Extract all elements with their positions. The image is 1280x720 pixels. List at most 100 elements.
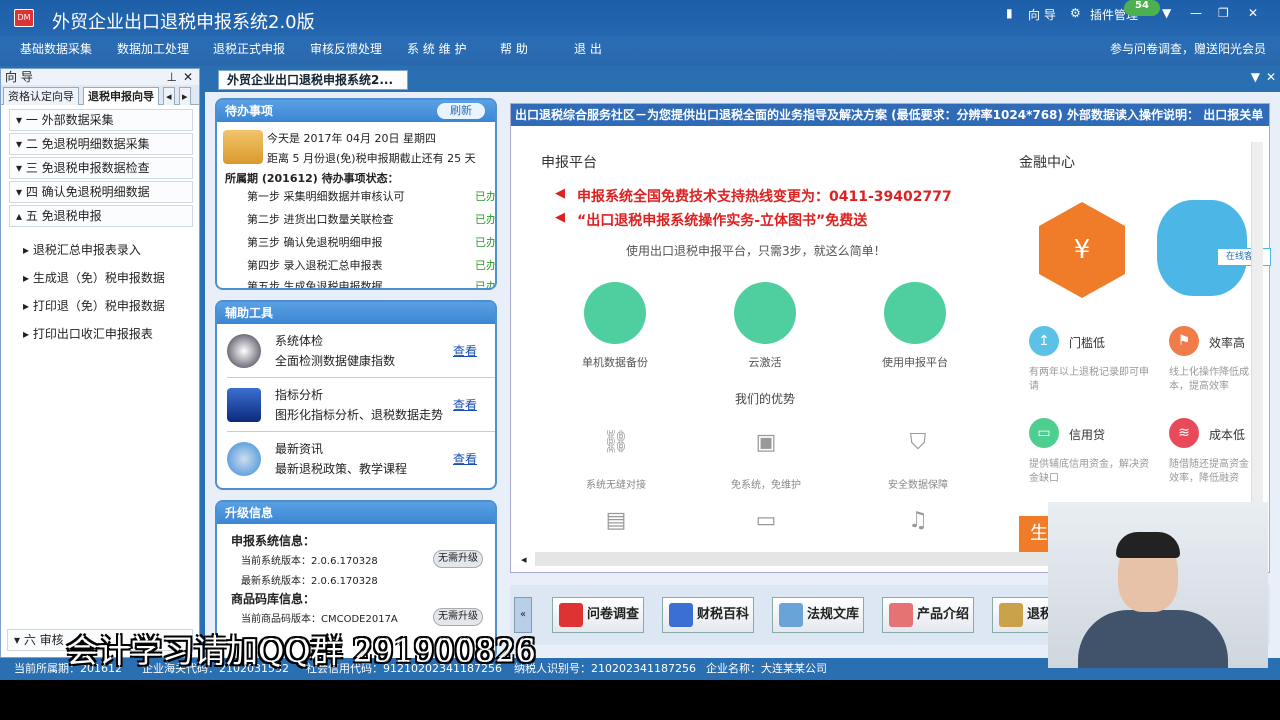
- vertical-scrollbar[interactable]: [1251, 142, 1263, 522]
- sub-item-print-report[interactable]: ▸ 打印出口收汇申报报表: [23, 325, 153, 342]
- guide-panel-title: 向 导: [5, 70, 33, 84]
- guide-button[interactable]: 向 导: [1028, 6, 1056, 23]
- step-3[interactable]: ▾ 三 免退税申报数据检查: [9, 157, 193, 179]
- minimize-icon[interactable]: —: [1190, 6, 1202, 20]
- step-2[interactable]: ▾ 二 免退税明细数据采集: [9, 133, 193, 155]
- step-label: 三 免退税申报数据检查: [25, 161, 150, 175]
- cloud-activate-icon[interactable]: [734, 282, 796, 344]
- chart-icon: [227, 388, 261, 422]
- step-5[interactable]: ▴ 五 免退税申报: [9, 205, 193, 227]
- collapse-icon: ▾: [16, 137, 26, 151]
- notification-badge[interactable]: 54: [1124, 0, 1160, 16]
- platform-icon[interactable]: [884, 282, 946, 344]
- scroll-left-icon[interactable]: ◂: [521, 553, 527, 566]
- step-label: 一 外部数据采集: [25, 113, 114, 127]
- tool-desc: 全面检测数据健康指数: [275, 354, 396, 368]
- cloud-activate-label[interactable]: 云激活: [705, 354, 825, 370]
- dropdown-icon[interactable]: ▼: [1251, 70, 1260, 84]
- tab-prev-icon[interactable]: ◂: [163, 87, 175, 105]
- menu-basic-data[interactable]: 基础数据采集: [20, 40, 92, 57]
- tax-wiki-button[interactable]: 财税百科: [662, 597, 754, 633]
- guide-panel: 向 导 ⊥ ✕ 资格认定向导 退税申报向导 ◂ ▸ ▾ 一 外部数据采集 ▾ 二…: [0, 68, 200, 658]
- slogan: 使用出口退税申报平台，只需3步，就这么简单！: [626, 244, 886, 258]
- guide-icon[interactable]: ▮: [1006, 6, 1013, 20]
- tab-next-icon[interactable]: ▸: [179, 87, 191, 105]
- product-intro-button[interactable]: 产品介绍: [882, 597, 974, 633]
- gear-icon[interactable]: ⚙: [1070, 6, 1081, 20]
- presenter-hair: [1116, 532, 1180, 558]
- globe-icon: [227, 442, 261, 476]
- tools-panel: 辅助工具 系统体检 全面检测数据健康指数 查看 指标分析 图形化指标分析、退税数…: [215, 300, 497, 490]
- status-badge: 已办: [475, 190, 497, 203]
- hotline-text[interactable]: 申报系统全国免费技术支持热线变更为：0411-39402777: [577, 186, 952, 206]
- finance-title: 金融中心: [1019, 155, 1075, 171]
- goods-label: 商品码库信息：: [231, 592, 316, 606]
- guide-tabs: 资格认定向导 退税申报向导 ◂ ▸: [1, 85, 199, 105]
- step-label: 四 确认免退税明细数据: [25, 185, 150, 199]
- platform-title: 申报平台: [541, 155, 597, 171]
- menu-exit[interactable]: 退 出: [574, 40, 602, 57]
- button-label: 法规文库: [807, 607, 860, 622]
- close-icon[interactable]: ✕: [1266, 70, 1276, 84]
- speaker-icon: ◀: [555, 210, 565, 225]
- platform-label[interactable]: 使用申报平台: [855, 354, 975, 370]
- tool-item-health-check: 系统体检 全面检测数据健康指数 查看: [227, 328, 495, 378]
- book-promo-text[interactable]: “出口退税申报系统操作实务-立体图书”免费送: [577, 210, 867, 230]
- goods-upgrade-button[interactable]: 无需升级: [433, 608, 483, 626]
- finance-item-title: 信用贷: [1069, 428, 1106, 442]
- dropdown-icon[interactable]: ▼: [1162, 6, 1171, 20]
- backup-label[interactable]: 单机数据备份: [555, 354, 675, 370]
- menu-audit-feedback[interactable]: 审核反馈处理: [310, 40, 382, 57]
- todo-row: 第二步 进货出口数量关联检查 已办: [247, 211, 495, 227]
- collapse-icon: ▾: [16, 161, 26, 175]
- sub-label: 打印出口收汇申报报表: [32, 327, 153, 341]
- sub-item-print-data[interactable]: ▸ 打印退（免）税申报数据: [23, 297, 165, 314]
- webcam-overlay: [1048, 502, 1268, 668]
- button-label: 问卷调查: [587, 607, 640, 622]
- view-link[interactable]: 查看: [453, 396, 477, 413]
- threshold-icon: ↥: [1029, 326, 1059, 356]
- step-4[interactable]: ▾ 四 确认免退税明细数据: [9, 181, 193, 203]
- arrow-icon: ▸: [23, 243, 33, 257]
- todo-text: 第三步 确认免退税明细申报: [247, 236, 383, 249]
- view-link[interactable]: 查看: [453, 342, 477, 359]
- calendar-clock-icon: [223, 130, 263, 164]
- finance-item-title: 门槛低: [1069, 336, 1106, 350]
- cost-icon: ≋: [1169, 418, 1199, 448]
- sub-item-generate-data[interactable]: ▸ 生成退（免）税申报数据: [23, 269, 165, 286]
- refresh-button[interactable]: 刷新: [437, 103, 485, 119]
- button-label: 产品介绍: [917, 607, 970, 622]
- sub-label: 打印退（免）税申报数据: [32, 299, 165, 313]
- pin-icon[interactable]: ⊥: [167, 69, 177, 85]
- arrow-icon: ▸: [23, 271, 33, 285]
- adv-label: 系统无缝对接: [586, 480, 646, 491]
- tab-declaration-guide[interactable]: 退税申报向导: [83, 87, 159, 105]
- app-title: 外贸企业出口退税申报系统2.0版: [52, 12, 315, 33]
- menu-system-maintenance[interactable]: 系 统 维 护: [407, 40, 466, 57]
- maximize-icon[interactable]: ❐: [1218, 6, 1229, 20]
- close-icon[interactable]: ✕: [183, 69, 193, 85]
- advantages-title: 我们的优势: [735, 392, 796, 406]
- law-library-button[interactable]: 法规文库: [772, 597, 864, 633]
- app-logo-icon: DM: [14, 9, 34, 27]
- upgrade-button[interactable]: 无需升级: [433, 550, 483, 568]
- close-icon[interactable]: ✕: [1248, 6, 1258, 20]
- document-tab[interactable]: 外贸企业出口退税申报系统2...: [218, 70, 408, 90]
- today-text: 今天是 2017年 04月 20日 星期四: [267, 132, 436, 145]
- view-link[interactable]: 查看: [453, 450, 477, 467]
- code-icon: ▣: [755, 430, 777, 455]
- survey-button[interactable]: 问卷调查: [552, 597, 644, 633]
- survey-link[interactable]: 参与问卷调查，赠送阳光会员: [1110, 40, 1266, 57]
- speaker-icon: ◀: [555, 186, 565, 201]
- sub-item-summary-entry[interactable]: ▸ 退税汇总申报表录入: [23, 241, 141, 258]
- step-1[interactable]: ▾ 一 外部数据采集: [9, 109, 193, 131]
- backup-icon[interactable]: [584, 282, 646, 344]
- menu-formal-declaration[interactable]: 退税正式申报: [213, 40, 285, 57]
- finance-item-desc: 线上化操作降低成本，提高效率: [1169, 367, 1249, 392]
- menu-help[interactable]: 帮 助: [500, 40, 528, 57]
- video-icon: ▤: [605, 508, 627, 533]
- menu-data-processing[interactable]: 数据加工处理: [117, 40, 189, 57]
- tab-qualification-guide[interactable]: 资格认定向导: [3, 87, 79, 105]
- link-icon: ⛓: [602, 430, 630, 455]
- step-label: 二 免退税明细数据采集: [25, 137, 150, 151]
